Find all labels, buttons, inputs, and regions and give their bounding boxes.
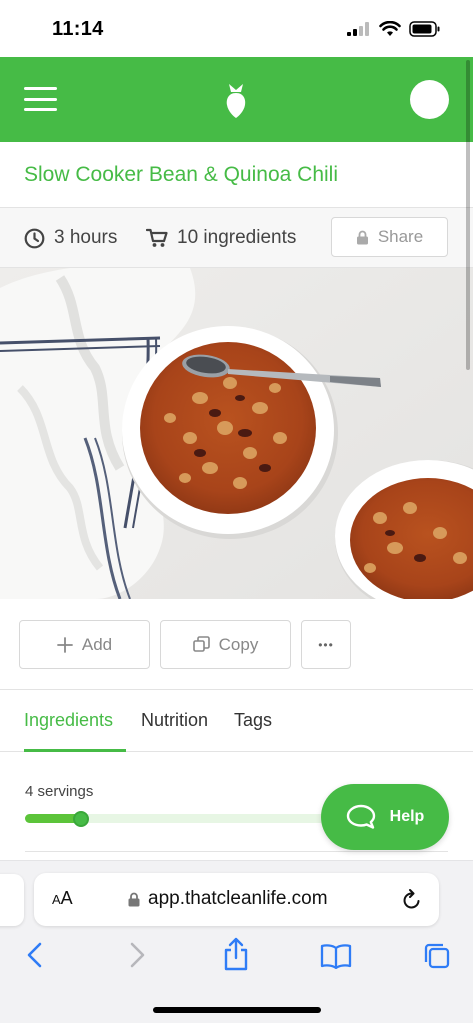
cook-time-label: 3 hours [54,227,118,248]
help-button[interactable]: Help [321,784,449,850]
url-display[interactable]: app.thatcleanlife.com [128,888,328,910]
lock-icon [356,230,368,244]
bookmarks-icon[interactable] [320,943,352,969]
tabs-icon[interactable] [423,942,451,970]
wifi-icon [379,21,401,36]
share-icon[interactable] [223,937,249,971]
ingredient-count: 10 ingredients [146,227,296,249]
copy-icon [192,636,210,652]
add-label: Add [81,634,113,654]
reload-icon[interactable] [401,887,423,911]
menu-icon-bar [24,87,57,90]
active-tab-indicator [24,749,126,752]
divider [25,851,448,852]
status-icons [347,21,441,37]
share-button[interactable]: Share [331,217,448,257]
tab-tags[interactable]: Tags [234,710,272,731]
recipe-meta-row: 3 hours 10 ingredients Share [0,208,473,268]
text-size-large-glyph: A [60,888,73,908]
status-bar: 11:14 [0,0,473,57]
ingredient-count-label: 10 ingredients [177,227,297,248]
battery-icon [409,21,440,37]
scroll-indicator [466,60,470,370]
avatar[interactable] [410,80,449,119]
text-size-small-glyph: A [52,892,61,907]
servings-slider[interactable] [25,811,355,827]
home-indicator [153,1007,321,1013]
chili-bowl-photo [0,268,473,599]
cook-time: 3 hours [24,227,117,249]
browser-toolbar: AA app.thatcleanlife.com [0,860,473,1023]
tab-nutrition[interactable]: Nutrition [141,710,208,731]
share-label: Share [377,227,424,246]
previous-tab-preview[interactable] [0,874,24,926]
recipe-title-bar: Slow Cooker Bean & Quinoa Chili [0,142,473,208]
status-time: 11:14 [52,18,104,40]
clock-icon [24,228,45,248]
recipe-photo [0,268,473,599]
back-icon[interactable] [26,941,44,969]
text-size-button[interactable]: AA [52,888,73,909]
app-header [0,57,473,142]
lock-icon [128,892,140,906]
forward-icon[interactable] [128,941,146,969]
copy-label: Copy [218,634,259,654]
carrot-logo-icon[interactable] [222,81,250,119]
menu-button[interactable] [24,87,57,111]
cellular-signal-icon [347,22,369,36]
add-button[interactable]: Add [19,620,150,669]
chat-bubble-icon [346,804,375,829]
slider-handle[interactable] [73,811,90,827]
page-title: Slow Cooker Bean & Quinoa Chili [24,163,338,186]
cart-icon [146,228,168,247]
menu-icon-bar [24,97,57,101]
copy-button[interactable]: Copy [160,620,291,669]
recipe-actions: Add Copy ••• [0,599,473,690]
help-label: Help [389,808,425,825]
servings-label: 4 servings [25,783,94,800]
tab-ingredients[interactable]: Ingredients [24,710,113,731]
ellipsis-icon: ••• [318,637,334,652]
menu-icon-bar [24,108,57,111]
address-bar[interactable]: AA app.thatcleanlife.com [34,873,439,926]
plus-icon [56,636,73,653]
url-text: app.thatcleanlife.com [148,888,328,909]
recipe-tabs: Ingredients Nutrition Tags [0,690,473,752]
more-options-button[interactable]: ••• [301,620,351,669]
